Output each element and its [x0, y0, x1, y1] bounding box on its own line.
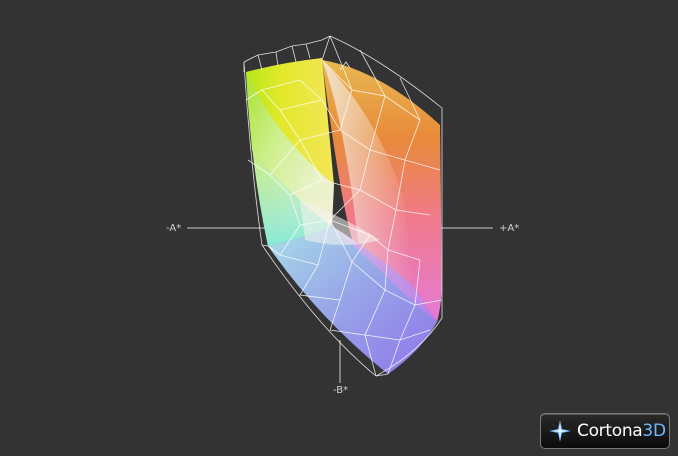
axis-label-pos-a: +A* [499, 223, 520, 234]
cortona3d-logo-button[interactable]: Cortona3D [540, 413, 670, 449]
3d-viewport[interactable]: -A* +A* -B* [0, 0, 678, 456]
logo-text-accent: 3D [642, 421, 666, 441]
axis-label-neg-b: -B* [333, 385, 349, 396]
axis-label-neg-a: -A* [166, 223, 182, 234]
logo-text-main: Cortona [577, 421, 643, 441]
cortona-star-icon [549, 420, 571, 442]
logo-text: Cortona3D [577, 421, 666, 441]
